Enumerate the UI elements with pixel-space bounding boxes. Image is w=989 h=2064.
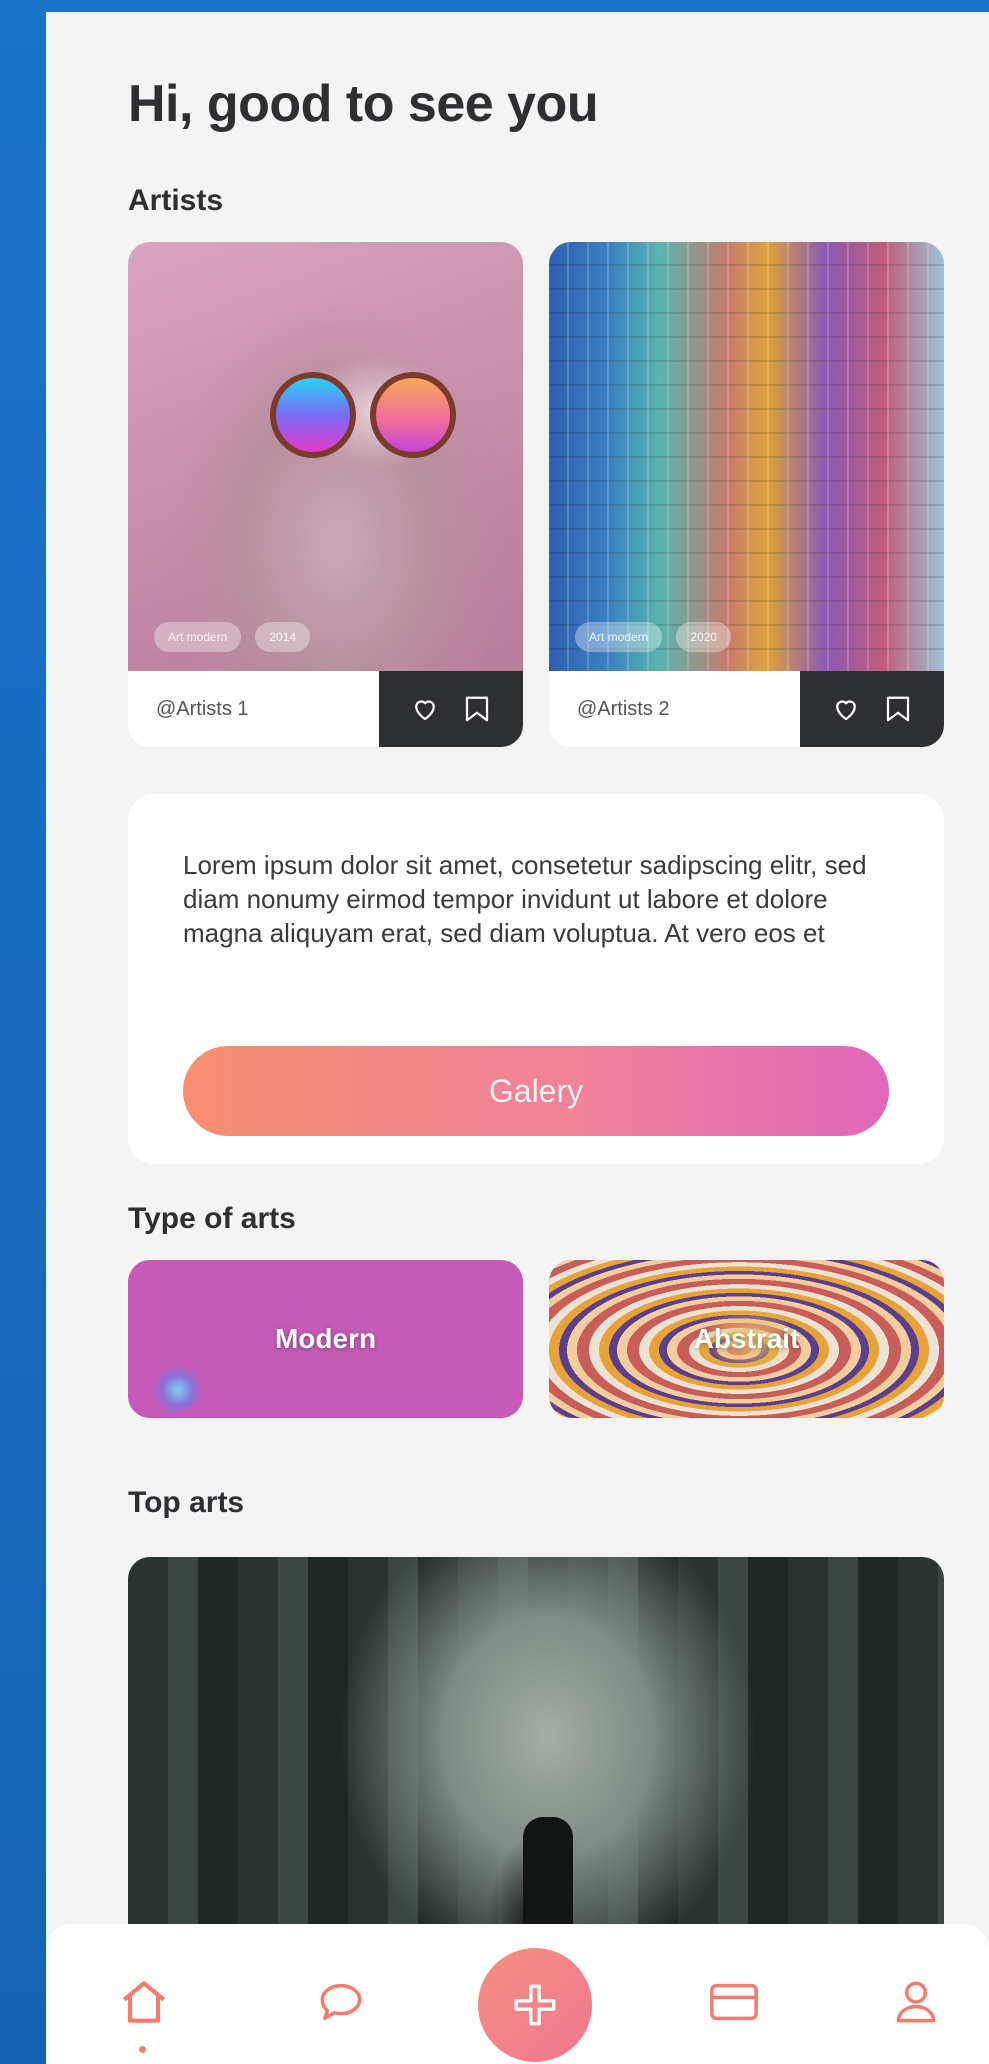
type-label: Modern — [274, 1323, 377, 1354]
add-button[interactable] — [478, 1948, 592, 2062]
nav-home[interactable] — [116, 1974, 172, 2030]
card-actions — [379, 671, 523, 747]
tag-list: Art modern 2014 — [154, 622, 311, 652]
home-icon — [122, 1981, 166, 2023]
app-screen: Hi, good to see you Artists Art modern 2… — [46, 12, 989, 2064]
artist-card[interactable]: Art modern 2014 @Artists 1 — [128, 242, 523, 747]
artists-section-title: Artists — [128, 184, 224, 217]
card-icon — [710, 1983, 758, 2021]
types-section-title: Type of arts — [128, 1202, 296, 1235]
top-arts-section-title: Top arts — [128, 1486, 245, 1519]
heart-icon[interactable] — [410, 694, 440, 724]
card-actions — [800, 671, 944, 747]
chat-icon — [320, 1983, 362, 2021]
style-tag: Art modern — [575, 622, 663, 652]
heart-icon[interactable] — [831, 694, 861, 724]
artist-handle[interactable]: @Artists 1 — [156, 698, 379, 721]
tag-list: Art modern 2020 — [575, 622, 732, 652]
active-indicator — [139, 2046, 146, 2053]
add-icon — [514, 1984, 556, 2026]
artist-card[interactable]: Art modern 2020 @Artists 2 — [549, 242, 944, 747]
top-art-image[interactable] — [128, 1557, 944, 1977]
year-tag: 2014 — [255, 622, 311, 652]
artwork-image: Art modern 2014 — [128, 242, 523, 672]
card-footer: @Artists 2 — [549, 671, 944, 747]
year-tag: 2020 — [676, 622, 732, 652]
artwork-image: Art modern 2020 — [549, 242, 944, 672]
type-card-modern[interactable]: Modern — [128, 1260, 523, 1418]
artists-carousel[interactable]: Art modern 2014 @Artists 1 Art modern 20… — [128, 242, 989, 747]
sunglasses-graphic — [258, 372, 468, 462]
info-card: Lorem ipsum dolor sit amet, consetetur s… — [128, 794, 944, 1164]
bookmark-icon[interactable] — [462, 694, 492, 724]
nav-messages[interactable] — [313, 1974, 369, 2030]
type-label: Abstrait — [693, 1323, 800, 1354]
nav-wallet[interactable] — [706, 1974, 762, 2030]
info-text: Lorem ipsum dolor sit amet, consetetur s… — [183, 850, 867, 948]
page-title: Hi, good to see you — [128, 75, 599, 133]
type-card-abstract[interactable]: Abstrait — [549, 1260, 944, 1418]
art-types-carousel[interactable]: Modern Abstrait — [128, 1260, 989, 1418]
style-tag: Art modern — [154, 622, 242, 652]
bottom-nav — [46, 1924, 989, 2064]
gallery-button[interactable]: Galery — [183, 1046, 889, 1136]
nav-profile[interactable] — [888, 1974, 944, 2030]
profile-icon — [896, 1981, 936, 2023]
bookmark-icon[interactable] — [883, 694, 913, 724]
card-footer: @Artists 1 — [128, 671, 523, 747]
artist-handle[interactable]: @Artists 2 — [577, 698, 800, 721]
